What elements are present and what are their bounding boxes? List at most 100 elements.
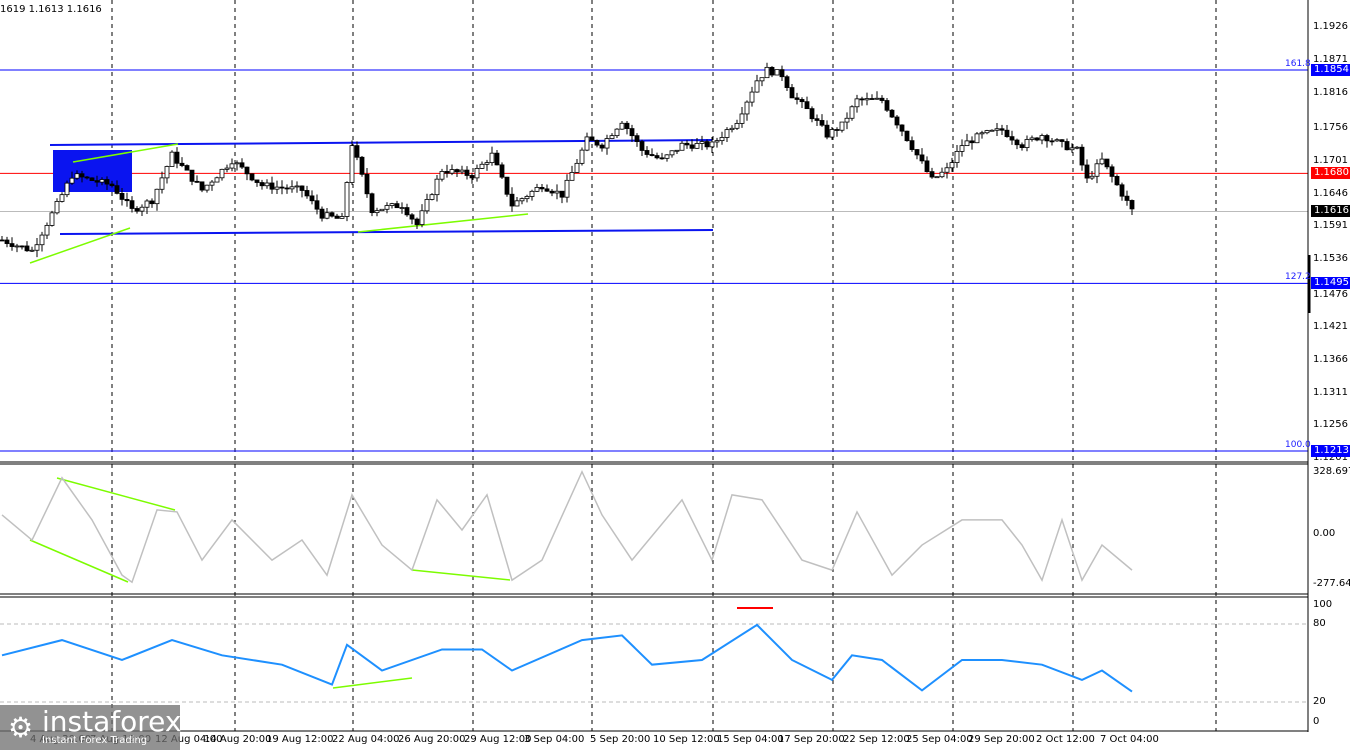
time-axis-label: 22 Aug 04:00 [332, 734, 400, 745]
candle [249, 173, 255, 181]
candle [499, 164, 505, 178]
price-axis-label: 1.1701 [1313, 154, 1348, 166]
candle [659, 157, 665, 160]
time-axis-label: 10 Sep 12:00 [653, 734, 720, 745]
candle [809, 108, 815, 120]
candle [184, 165, 190, 171]
candle [1059, 139, 1065, 142]
candle [1064, 141, 1070, 151]
candle [994, 128, 1000, 131]
candle [744, 101, 750, 115]
rsi-axis-label: 0 [1313, 716, 1320, 727]
candle [34, 244, 40, 251]
candle [59, 194, 65, 202]
candle [379, 208, 385, 212]
candle [964, 140, 970, 147]
candle [384, 205, 390, 210]
candle [344, 182, 350, 217]
candle [609, 135, 615, 139]
candle [1019, 144, 1025, 148]
candle [724, 129, 730, 138]
candle [1004, 129, 1010, 138]
candle [434, 178, 440, 196]
candle [429, 194, 435, 200]
level-price-tag: 1.1495 [1311, 277, 1350, 290]
candle [789, 87, 795, 99]
candle [834, 129, 840, 131]
candle [4, 239, 10, 244]
candle [889, 109, 895, 118]
candle [104, 179, 110, 185]
instaforex-logo: ⚙ instaforex Instant Forex Trading [0, 705, 181, 750]
rsi-divergence-line [332, 677, 413, 689]
candle [794, 97, 800, 100]
candle [919, 154, 925, 162]
candle [874, 97, 880, 100]
candle [709, 141, 715, 148]
candle [719, 137, 725, 142]
candle [389, 203, 395, 206]
candle [304, 190, 310, 197]
candle [1104, 158, 1110, 168]
candle [1099, 158, 1105, 165]
candle [199, 181, 205, 191]
time-axis-label: 15 Sep 04:00 [717, 734, 784, 745]
candle [839, 121, 845, 131]
candle [849, 106, 855, 119]
candle [254, 179, 260, 183]
candle [1049, 140, 1055, 143]
candle [974, 133, 980, 144]
cci-axis-label: -277.6449 [1313, 578, 1350, 589]
candle [689, 144, 695, 149]
candle [969, 140, 975, 144]
price-chart[interactable] [0, 0, 1350, 750]
candle [439, 171, 445, 180]
candle [594, 140, 600, 146]
candle [649, 154, 655, 156]
candle [414, 218, 420, 225]
candle [0, 239, 5, 242]
candle [564, 179, 570, 198]
candle [474, 168, 480, 179]
candle [554, 190, 560, 194]
time-axis-label: 19 Aug 12:00 [266, 734, 334, 745]
candle [309, 195, 315, 202]
candle [1084, 164, 1090, 179]
candle [1034, 137, 1040, 141]
logo-tagline: Instant Forex Trading [42, 735, 148, 746]
candle [739, 113, 745, 124]
candle [879, 97, 885, 101]
candle [284, 187, 290, 190]
candle [504, 176, 510, 195]
candle [84, 176, 90, 179]
candle [1024, 139, 1030, 148]
price-axis-label: 1.1536 [1313, 252, 1348, 264]
time-axis-label: 29 Sep 20:00 [968, 734, 1035, 745]
candle [1039, 135, 1045, 141]
drawings [29, 139, 773, 689]
price-axis-label: 1.1926 [1313, 21, 1348, 33]
candle [169, 151, 175, 167]
candle [204, 184, 210, 191]
candle [599, 144, 605, 149]
candle [899, 124, 905, 132]
candle [1124, 195, 1130, 201]
candle [664, 154, 670, 159]
candle [559, 190, 565, 198]
candle [819, 120, 825, 126]
candle [749, 91, 755, 103]
time-axis-label: 29 Aug 12:00 [464, 734, 532, 745]
price-axis-label: 1.1256 [1313, 419, 1348, 431]
candle [259, 182, 265, 187]
candle [324, 212, 330, 219]
candle [159, 177, 165, 190]
rsi-axis-label: 80 [1313, 618, 1326, 629]
candle [949, 162, 955, 169]
candle [1109, 166, 1115, 177]
candle [144, 200, 150, 208]
candle [904, 130, 910, 142]
candle [179, 162, 185, 166]
price-axis-label: 1.1311 [1313, 386, 1348, 398]
fibo-label: 100.0 [1285, 439, 1311, 450]
candle [289, 186, 295, 190]
